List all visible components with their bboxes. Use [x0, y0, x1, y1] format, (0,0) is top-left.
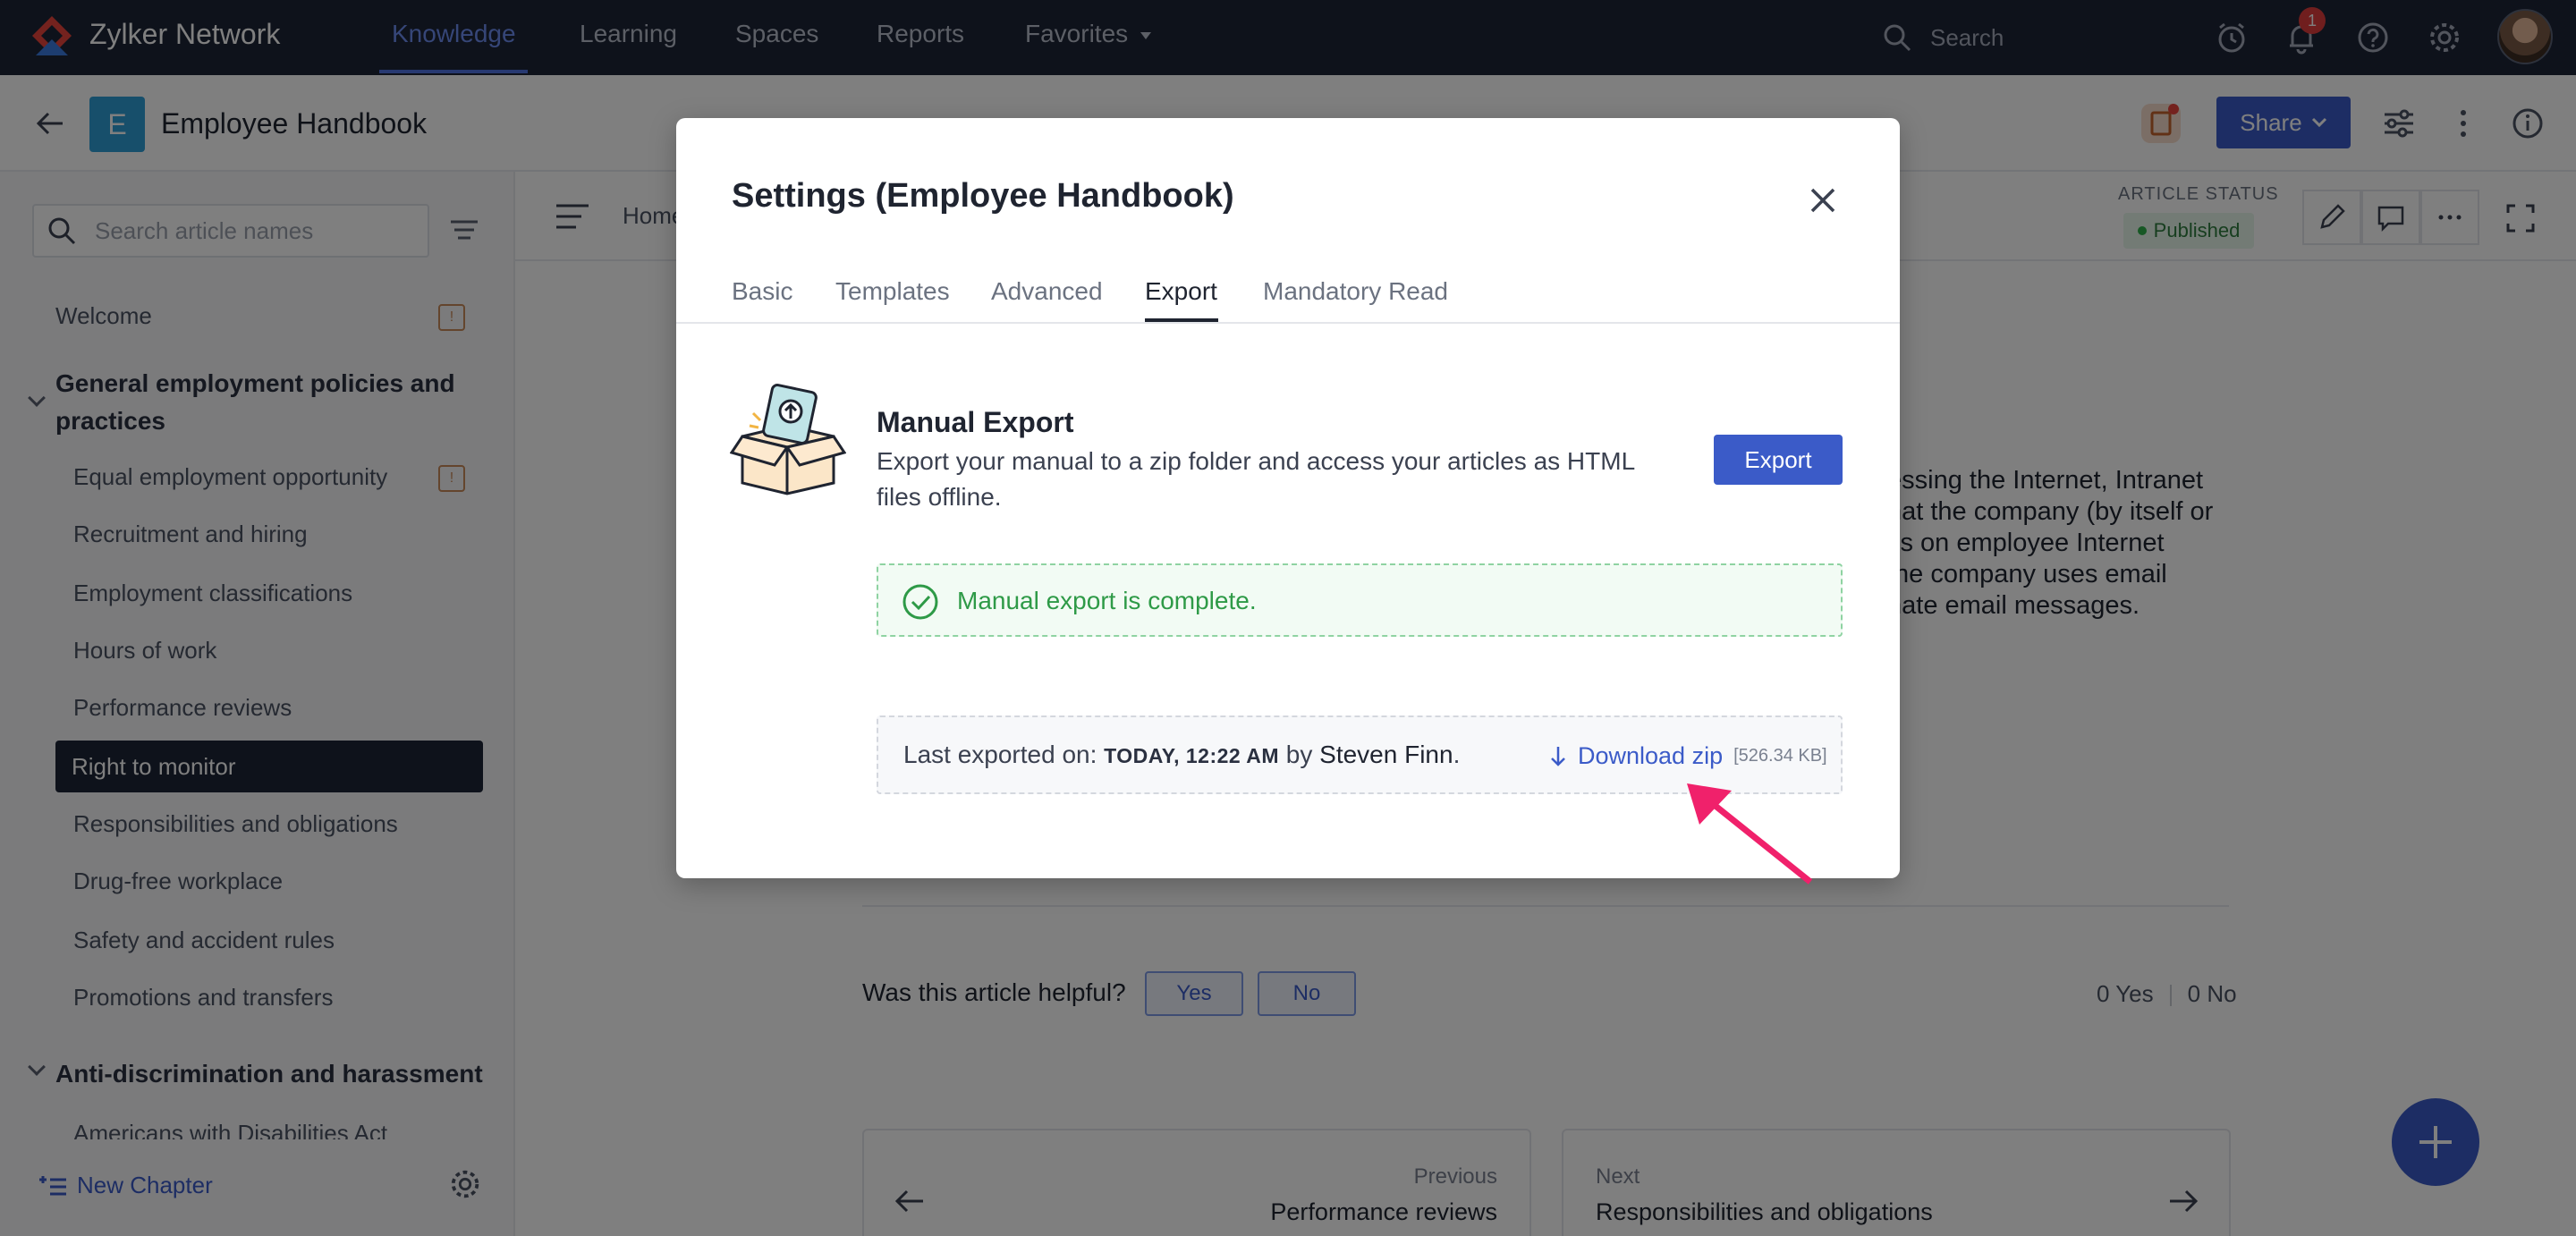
success-text: Manual export is complete. [957, 587, 1257, 614]
check-circle-icon [902, 584, 938, 620]
last-exported-by: by [1285, 741, 1313, 768]
export-success-message: Manual export is complete. [877, 563, 1843, 637]
tab-export[interactable]: Export [1145, 277, 1217, 306]
download-zip-label: Download zip [1578, 742, 1724, 769]
last-exported-user: Steven Finn [1319, 741, 1453, 768]
last-exported-time: TODAY, 12:22 AM [1104, 744, 1279, 767]
close-icon[interactable] [1805, 182, 1841, 218]
settings-modal: Settings (Employee Handbook) Basic Templ… [676, 118, 1900, 878]
last-exported-period: . [1453, 741, 1461, 768]
tab-advanced[interactable]: Advanced [991, 277, 1103, 306]
tab-basic[interactable]: Basic [732, 277, 792, 306]
tab-mandatory-read[interactable]: Mandatory Read [1263, 277, 1448, 306]
settings-tabs: Basic Templates Advanced Export Mandator… [676, 270, 1900, 324]
tab-templates[interactable]: Templates [835, 277, 950, 306]
download-size: [526.34 KB] [1733, 746, 1827, 766]
last-exported-prefix: Last exported on: [903, 741, 1097, 768]
modal-title: Settings (Employee Handbook) [732, 177, 1234, 215]
export-box-illustration-icon [730, 384, 846, 495]
manual-export-description: Export your manual to a zip folder and a… [877, 447, 1635, 511]
active-tab-underline [1145, 318, 1218, 322]
export-button[interactable]: Export [1714, 435, 1843, 485]
download-zip-link[interactable]: Download zip [526.34 KB] [1549, 742, 1827, 770]
annotation-arrow-icon [1687, 783, 1813, 885]
last-exported-line: Last exported on: TODAY, 12:22 AM by Ste… [903, 741, 1460, 769]
manual-export-title: Manual Export [877, 406, 1074, 438]
download-arrow-icon [1551, 746, 1565, 766]
